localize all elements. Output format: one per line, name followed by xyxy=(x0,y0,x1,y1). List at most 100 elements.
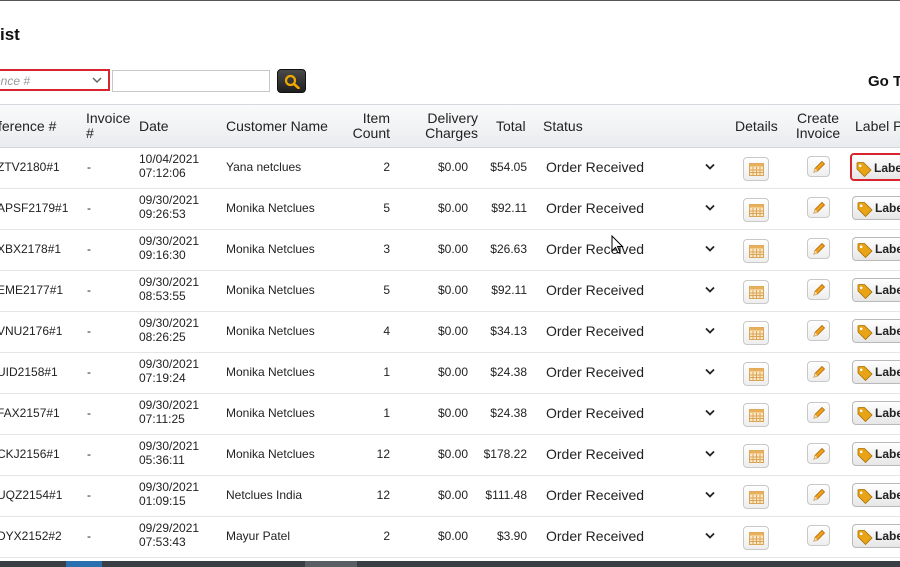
details-button[interactable] xyxy=(743,444,769,468)
header-total[interactable]: Total xyxy=(496,119,526,134)
status-select[interactable]: Order Received xyxy=(546,282,644,298)
chevron-down-icon[interactable] xyxy=(704,203,716,213)
search-field-select[interactable]: ence # xyxy=(0,69,110,91)
invoice-number: - xyxy=(87,160,91,174)
print-label-button[interactable]: Labe xyxy=(852,483,900,507)
status-select[interactable]: Order Received xyxy=(546,323,644,339)
details-button[interactable] xyxy=(743,280,769,304)
chevron-down-icon[interactable] xyxy=(704,490,716,500)
order-reference[interactable]: VNU2176#1 xyxy=(0,324,62,338)
header-date[interactable]: Date xyxy=(139,119,169,134)
order-reference[interactable]: CKJ2156#1 xyxy=(0,447,60,461)
table-row: UID2158#1 - 09/30/2021 07:19:24 Monika N… xyxy=(0,352,900,394)
details-button[interactable] xyxy=(743,321,769,345)
header-reference[interactable]: ference # xyxy=(0,119,56,134)
status-select[interactable]: Order Received xyxy=(546,241,644,257)
create-invoice-button[interactable] xyxy=(807,279,830,300)
order-date-day: 10/04/2021 xyxy=(139,152,200,166)
print-label-button[interactable]: Labe xyxy=(852,278,900,302)
header-delivery-charges[interactable]: Delivery Charges xyxy=(408,111,478,141)
order-reference[interactable]: FAX2157#1 xyxy=(0,406,60,420)
order-reference[interactable]: DYX2152#2 xyxy=(0,529,62,543)
order-total: $24.38 xyxy=(490,406,527,420)
header-create-invoice-line1: Create xyxy=(796,110,840,126)
details-button[interactable] xyxy=(743,198,769,222)
status-select[interactable]: Order Received xyxy=(546,528,644,544)
order-date-time: 07:12:06 xyxy=(139,166,186,180)
order-total: $178.22 xyxy=(483,447,527,461)
chevron-down-icon[interactable] xyxy=(704,162,716,172)
print-label-button[interactable]: Labe xyxy=(852,196,900,220)
taskbar-app-item[interactable] xyxy=(305,561,357,567)
table-row: UQZ2154#1 - 09/30/2021 01:09:15 Netclues… xyxy=(0,475,900,517)
create-invoice-button[interactable] xyxy=(807,525,830,546)
create-invoice-button[interactable] xyxy=(807,156,830,177)
taskbar-app-item[interactable] xyxy=(66,561,102,567)
status-select[interactable]: Order Received xyxy=(546,446,644,462)
chevron-down-icon[interactable] xyxy=(704,285,716,295)
order-reference[interactable]: ZTV2180#1 xyxy=(0,160,60,174)
delivery-charges: $0.00 xyxy=(437,365,468,379)
order-date-day: 09/30/2021 xyxy=(139,398,200,412)
create-invoice-button[interactable] xyxy=(807,238,830,259)
pencil-icon xyxy=(813,201,826,214)
details-button[interactable] xyxy=(743,526,769,550)
create-invoice-button[interactable] xyxy=(807,402,830,423)
chevron-down-icon[interactable] xyxy=(704,244,716,254)
print-label-button[interactable]: Labe xyxy=(852,442,900,466)
create-invoice-button[interactable] xyxy=(807,320,830,341)
header-status[interactable]: Status xyxy=(543,119,583,134)
order-date-day: 09/30/2021 xyxy=(139,193,200,207)
table-row: APSF2179#1 - 09/30/2021 09:26:53 Monika … xyxy=(0,188,900,230)
pencil-icon xyxy=(813,283,826,296)
status-select[interactable]: Order Received xyxy=(546,487,644,503)
status-select[interactable]: Order Received xyxy=(546,159,644,175)
header-item-count[interactable]: Item Count xyxy=(340,111,390,141)
print-label-button[interactable]: Labe xyxy=(852,360,900,384)
print-label-button[interactable]: Labe xyxy=(852,401,900,425)
order-date-time: 05:36:11 xyxy=(139,453,185,467)
header-customer-name[interactable]: Customer Name xyxy=(226,119,328,134)
pencil-icon xyxy=(813,488,826,501)
delivery-charges: $0.00 xyxy=(437,201,468,215)
calendar-icon xyxy=(749,368,764,381)
details-button[interactable] xyxy=(743,485,769,509)
chevron-down-icon[interactable] xyxy=(704,449,716,459)
header-invoice[interactable]: Invoice # xyxy=(86,111,130,141)
order-reference[interactable]: UID2158#1 xyxy=(0,365,58,379)
chevron-down-icon[interactable] xyxy=(704,326,716,336)
go-to-label[interactable]: Go T xyxy=(868,73,900,90)
order-reference[interactable]: EME2177#1 xyxy=(0,283,63,297)
create-invoice-button[interactable] xyxy=(807,197,830,218)
print-label-text: Labe xyxy=(875,406,900,420)
chevron-down-icon[interactable] xyxy=(704,367,716,377)
create-invoice-button[interactable] xyxy=(807,443,830,464)
status-select[interactable]: Order Received xyxy=(546,364,644,380)
chevron-down-icon[interactable] xyxy=(704,531,716,541)
status-select[interactable]: Order Received xyxy=(546,405,644,421)
status-select[interactable]: Order Received xyxy=(546,200,644,216)
order-date: 09/30/2021 09:16:30 xyxy=(139,234,199,262)
search-button[interactable] xyxy=(277,69,306,93)
print-label-button-highlighted[interactable]: Labe xyxy=(850,153,900,181)
print-label-button[interactable]: Labe xyxy=(852,319,900,343)
search-input[interactable] xyxy=(112,70,270,92)
details-button[interactable] xyxy=(743,362,769,386)
order-reference[interactable]: XBX2178#1 xyxy=(0,242,61,256)
chevron-down-icon[interactable] xyxy=(704,408,716,418)
details-button[interactable] xyxy=(743,403,769,427)
create-invoice-button[interactable] xyxy=(807,484,830,505)
order-reference[interactable]: APSF2179#1 xyxy=(0,201,68,215)
search-icon xyxy=(284,74,300,89)
header-label-print: Label P xyxy=(855,118,900,134)
order-reference[interactable]: UQZ2154#1 xyxy=(0,488,62,502)
create-invoice-button[interactable] xyxy=(807,361,830,382)
order-total: $92.11 xyxy=(491,201,527,215)
table-row: FAX2157#1 - 09/30/2021 07:11:25 Monika N… xyxy=(0,393,900,435)
invoice-number: - xyxy=(87,283,91,297)
print-label-button[interactable]: Labe xyxy=(852,237,900,261)
order-date-day: 09/30/2021 xyxy=(139,316,200,330)
print-label-button[interactable]: Labe xyxy=(852,524,900,548)
details-button[interactable] xyxy=(743,239,769,263)
details-button[interactable] xyxy=(743,157,769,181)
